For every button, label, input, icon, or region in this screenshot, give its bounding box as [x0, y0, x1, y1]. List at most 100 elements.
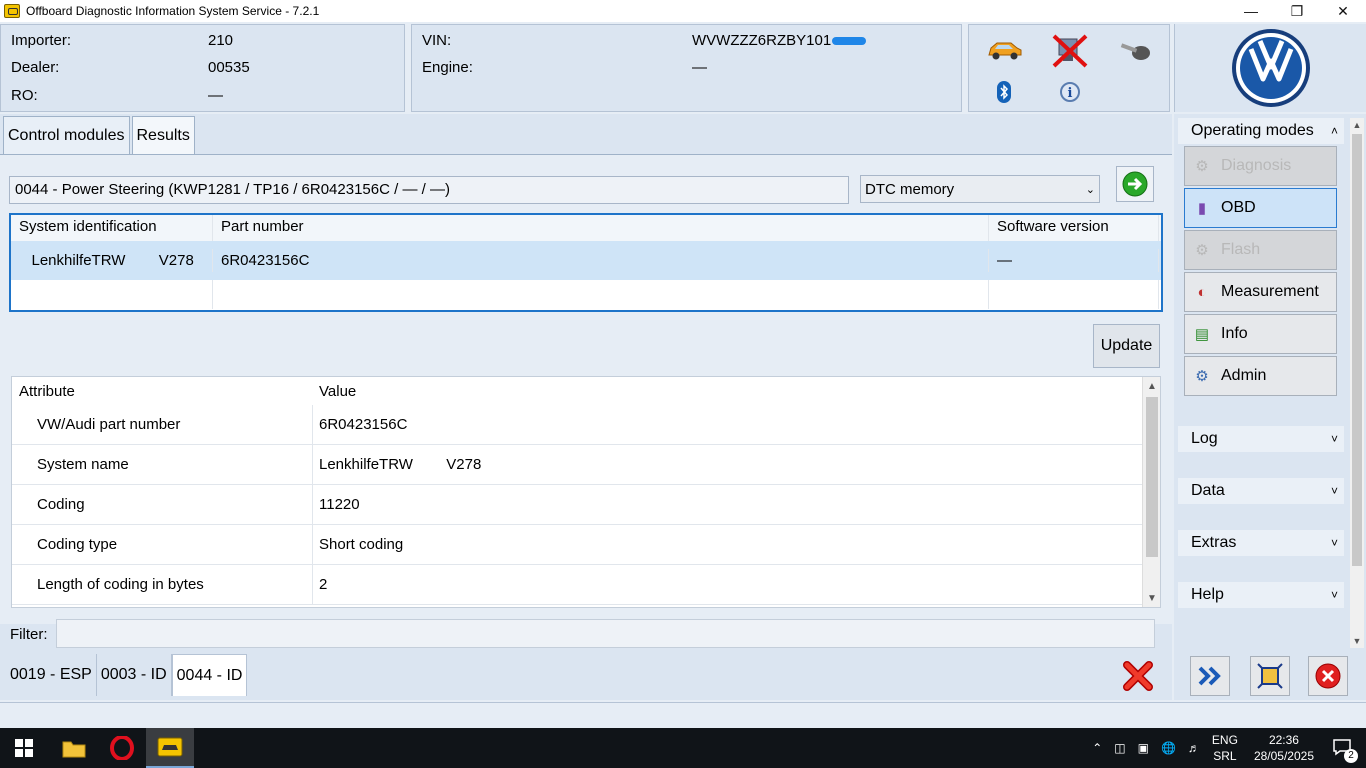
ecu-field: 0044 - Power Steering (KWP1281 / TP16 / …: [9, 176, 849, 204]
bluetooth-icon[interactable]: [997, 81, 1011, 103]
value-cell: 6R0423156C: [319, 416, 408, 433]
go-button[interactable]: [1116, 166, 1154, 202]
log-header[interactable]: Log ˅: [1178, 426, 1344, 452]
session-tab-esp[interactable]: 0019 - ESP: [6, 654, 97, 696]
connection-icon-panel: i: [968, 24, 1170, 112]
stethoscope-icon: ⚙: [1195, 158, 1209, 175]
table-row[interactable]: Length of coding in bytes 2: [12, 565, 1160, 605]
dealer-label: Dealer:: [11, 59, 60, 76]
mode-diagnosis-button[interactable]: ⚙ Diagnosis: [1184, 146, 1337, 186]
taskbar-opera[interactable]: [98, 728, 146, 768]
fit-screen-button[interactable]: [1250, 656, 1290, 696]
folder-icon: [62, 741, 86, 758]
scroll-thumb[interactable]: [1146, 397, 1158, 557]
vin-redaction: [832, 37, 867, 46]
vehicle-info-panel: VIN: WVWZZZ6RZBY101 Engine: —: [411, 24, 962, 112]
attribute-cell: VW/Audi part number: [12, 405, 313, 444]
attribute-scrollbar[interactable]: ▲ ▼: [1142, 377, 1160, 607]
col-header-part-number[interactable]: Part number: [213, 215, 989, 241]
start-button[interactable]: [0, 728, 48, 768]
tab-control-modules[interactable]: Control modules: [3, 116, 130, 154]
scroll-thumb[interactable]: [1352, 134, 1362, 566]
windows-icon: [15, 739, 33, 757]
filter-input[interactable]: [56, 619, 1155, 648]
col-header-value[interactable]: Value: [313, 383, 356, 400]
mode-admin-button[interactable]: ⚙ Admin: [1184, 356, 1337, 396]
right-bottom-toolbar: [1174, 654, 1366, 700]
scroll-up-icon[interactable]: ▲: [1143, 377, 1160, 395]
books-icon: ▤: [1194, 326, 1210, 343]
taskbar-odis[interactable]: [146, 728, 194, 768]
scroll-down-icon[interactable]: ▼: [1143, 589, 1160, 607]
notification-button[interactable]: 2: [1332, 738, 1358, 763]
mode-measurement-button[interactable]: ◐ Measurement: [1184, 272, 1337, 312]
extras-header[interactable]: Extras ˅: [1178, 530, 1344, 556]
table-header-row: System identification Part number Softwa…: [11, 215, 1161, 241]
main-tabs: Control modules Results: [3, 116, 197, 154]
data-header[interactable]: Data ˅: [1178, 478, 1344, 504]
title-bar: Offboard Diagnostic Information System S…: [0, 0, 1366, 22]
status-bar: [0, 702, 1366, 728]
minimize-button[interactable]: —: [1228, 0, 1274, 22]
exit-icon: [1315, 663, 1341, 689]
odis-icon: [157, 737, 183, 757]
col-header-software-version[interactable]: Software version: [989, 215, 1159, 241]
tab-results[interactable]: Results: [131, 116, 195, 154]
col-header-attribute[interactable]: Attribute: [12, 377, 313, 405]
function-select[interactable]: DTC memory ⌄: [860, 175, 1100, 203]
chevron-down-icon: ˅: [1330, 588, 1338, 602]
help-header[interactable]: Help ˅: [1178, 582, 1344, 608]
table-row[interactable]: LenkhilfeTRW V278 6R0423156C —: [11, 241, 1161, 280]
scroll-up-icon[interactable]: ▲: [1350, 118, 1364, 132]
taskbar-file-explorer[interactable]: [50, 728, 98, 768]
key-icon[interactable]: [1119, 39, 1153, 63]
language-indicator[interactable]: ENG SRL: [1212, 732, 1238, 764]
system-tray: ⌃ ◫ ▣ 🌐 ♬ ENG SRL 22:36 28/05/2025 2: [1086, 728, 1366, 768]
dealer-info-panel: Importer: 210 Dealer: 00535 RO: —: [0, 24, 405, 112]
vehicle-icon[interactable]: [987, 39, 1023, 61]
chevron-down-icon: ˅: [1330, 484, 1338, 498]
table-row[interactable]: Coding type Short coding: [12, 525, 1160, 565]
col-header-system-identification[interactable]: System identification: [11, 215, 213, 241]
tray-globe-icon[interactable]: 🌐: [1161, 741, 1176, 755]
filter-label: Filter:: [10, 626, 48, 643]
attribute-cell: System name: [12, 445, 313, 484]
exit-button[interactable]: [1308, 656, 1348, 696]
software-version-cell: —: [989, 249, 1159, 272]
attribute-cell: Coding: [12, 485, 313, 524]
table-row[interactable]: VW/Audi part number 6R0423156C: [12, 405, 1160, 445]
mode-info-button[interactable]: ▤ Info: [1184, 314, 1337, 354]
taskbar: ⌃ ◫ ▣ 🌐 ♬ ENG SRL 22:36 28/05/2025 2: [0, 728, 1366, 768]
table-row[interactable]: Coding 11220: [12, 485, 1160, 525]
session-tab-0044-id[interactable]: 0044 - ID: [171, 654, 248, 696]
info-icon[interactable]: i: [1059, 81, 1081, 103]
no-connection-icon[interactable]: [1051, 33, 1089, 69]
svg-text:i: i: [1068, 86, 1073, 101]
tray-device-icon[interactable]: ◫: [1114, 741, 1125, 755]
gauge-icon: ◐: [1197, 283, 1207, 301]
table-row[interactable]: System name LenkhilfeTRW V278: [12, 445, 1160, 485]
maximize-button[interactable]: ❐: [1274, 0, 1320, 22]
close-tab-icon[interactable]: [1122, 660, 1154, 692]
results-content: 0044 - Power Steering (KWP1281 / TP16 / …: [0, 154, 1172, 624]
arrow-right-icon: [1122, 171, 1148, 197]
right-panel-scrollbar[interactable]: ▲ ▼: [1350, 118, 1364, 648]
tray-volume-icon[interactable]: ♬: [1188, 741, 1200, 755]
flash-icon: ⚙: [1195, 242, 1209, 259]
value-cell: 11220: [319, 496, 360, 513]
close-window-button[interactable]: ✕: [1320, 0, 1366, 22]
forward-button[interactable]: [1190, 656, 1230, 696]
attribute-header-row: Attribute Value: [12, 377, 1160, 405]
tray-network-icon[interactable]: ▣: [1138, 741, 1149, 755]
tray-chevron-up-icon[interactable]: ⌃: [1092, 741, 1102, 755]
scroll-down-icon[interactable]: ▼: [1350, 634, 1364, 648]
update-button[interactable]: Update: [1093, 324, 1160, 368]
operating-modes-header[interactable]: Operating modes ˄: [1178, 118, 1344, 144]
session-tab-0003-id[interactable]: 0003 - ID: [96, 654, 172, 696]
operating-modes-list: ⚙ Diagnosis ▮ OBD ⚙ Flash ◐ Measurement ▤ Inf…: [1178, 144, 1344, 400]
clock[interactable]: 22:36 28/05/2025: [1254, 732, 1314, 764]
dealer-value: 00535: [208, 59, 250, 76]
mode-obd-button[interactable]: ▮ OBD: [1184, 188, 1337, 228]
admin-gear-icon: ⚙: [1195, 368, 1209, 385]
mode-flash-button[interactable]: ⚙ Flash: [1184, 230, 1337, 270]
